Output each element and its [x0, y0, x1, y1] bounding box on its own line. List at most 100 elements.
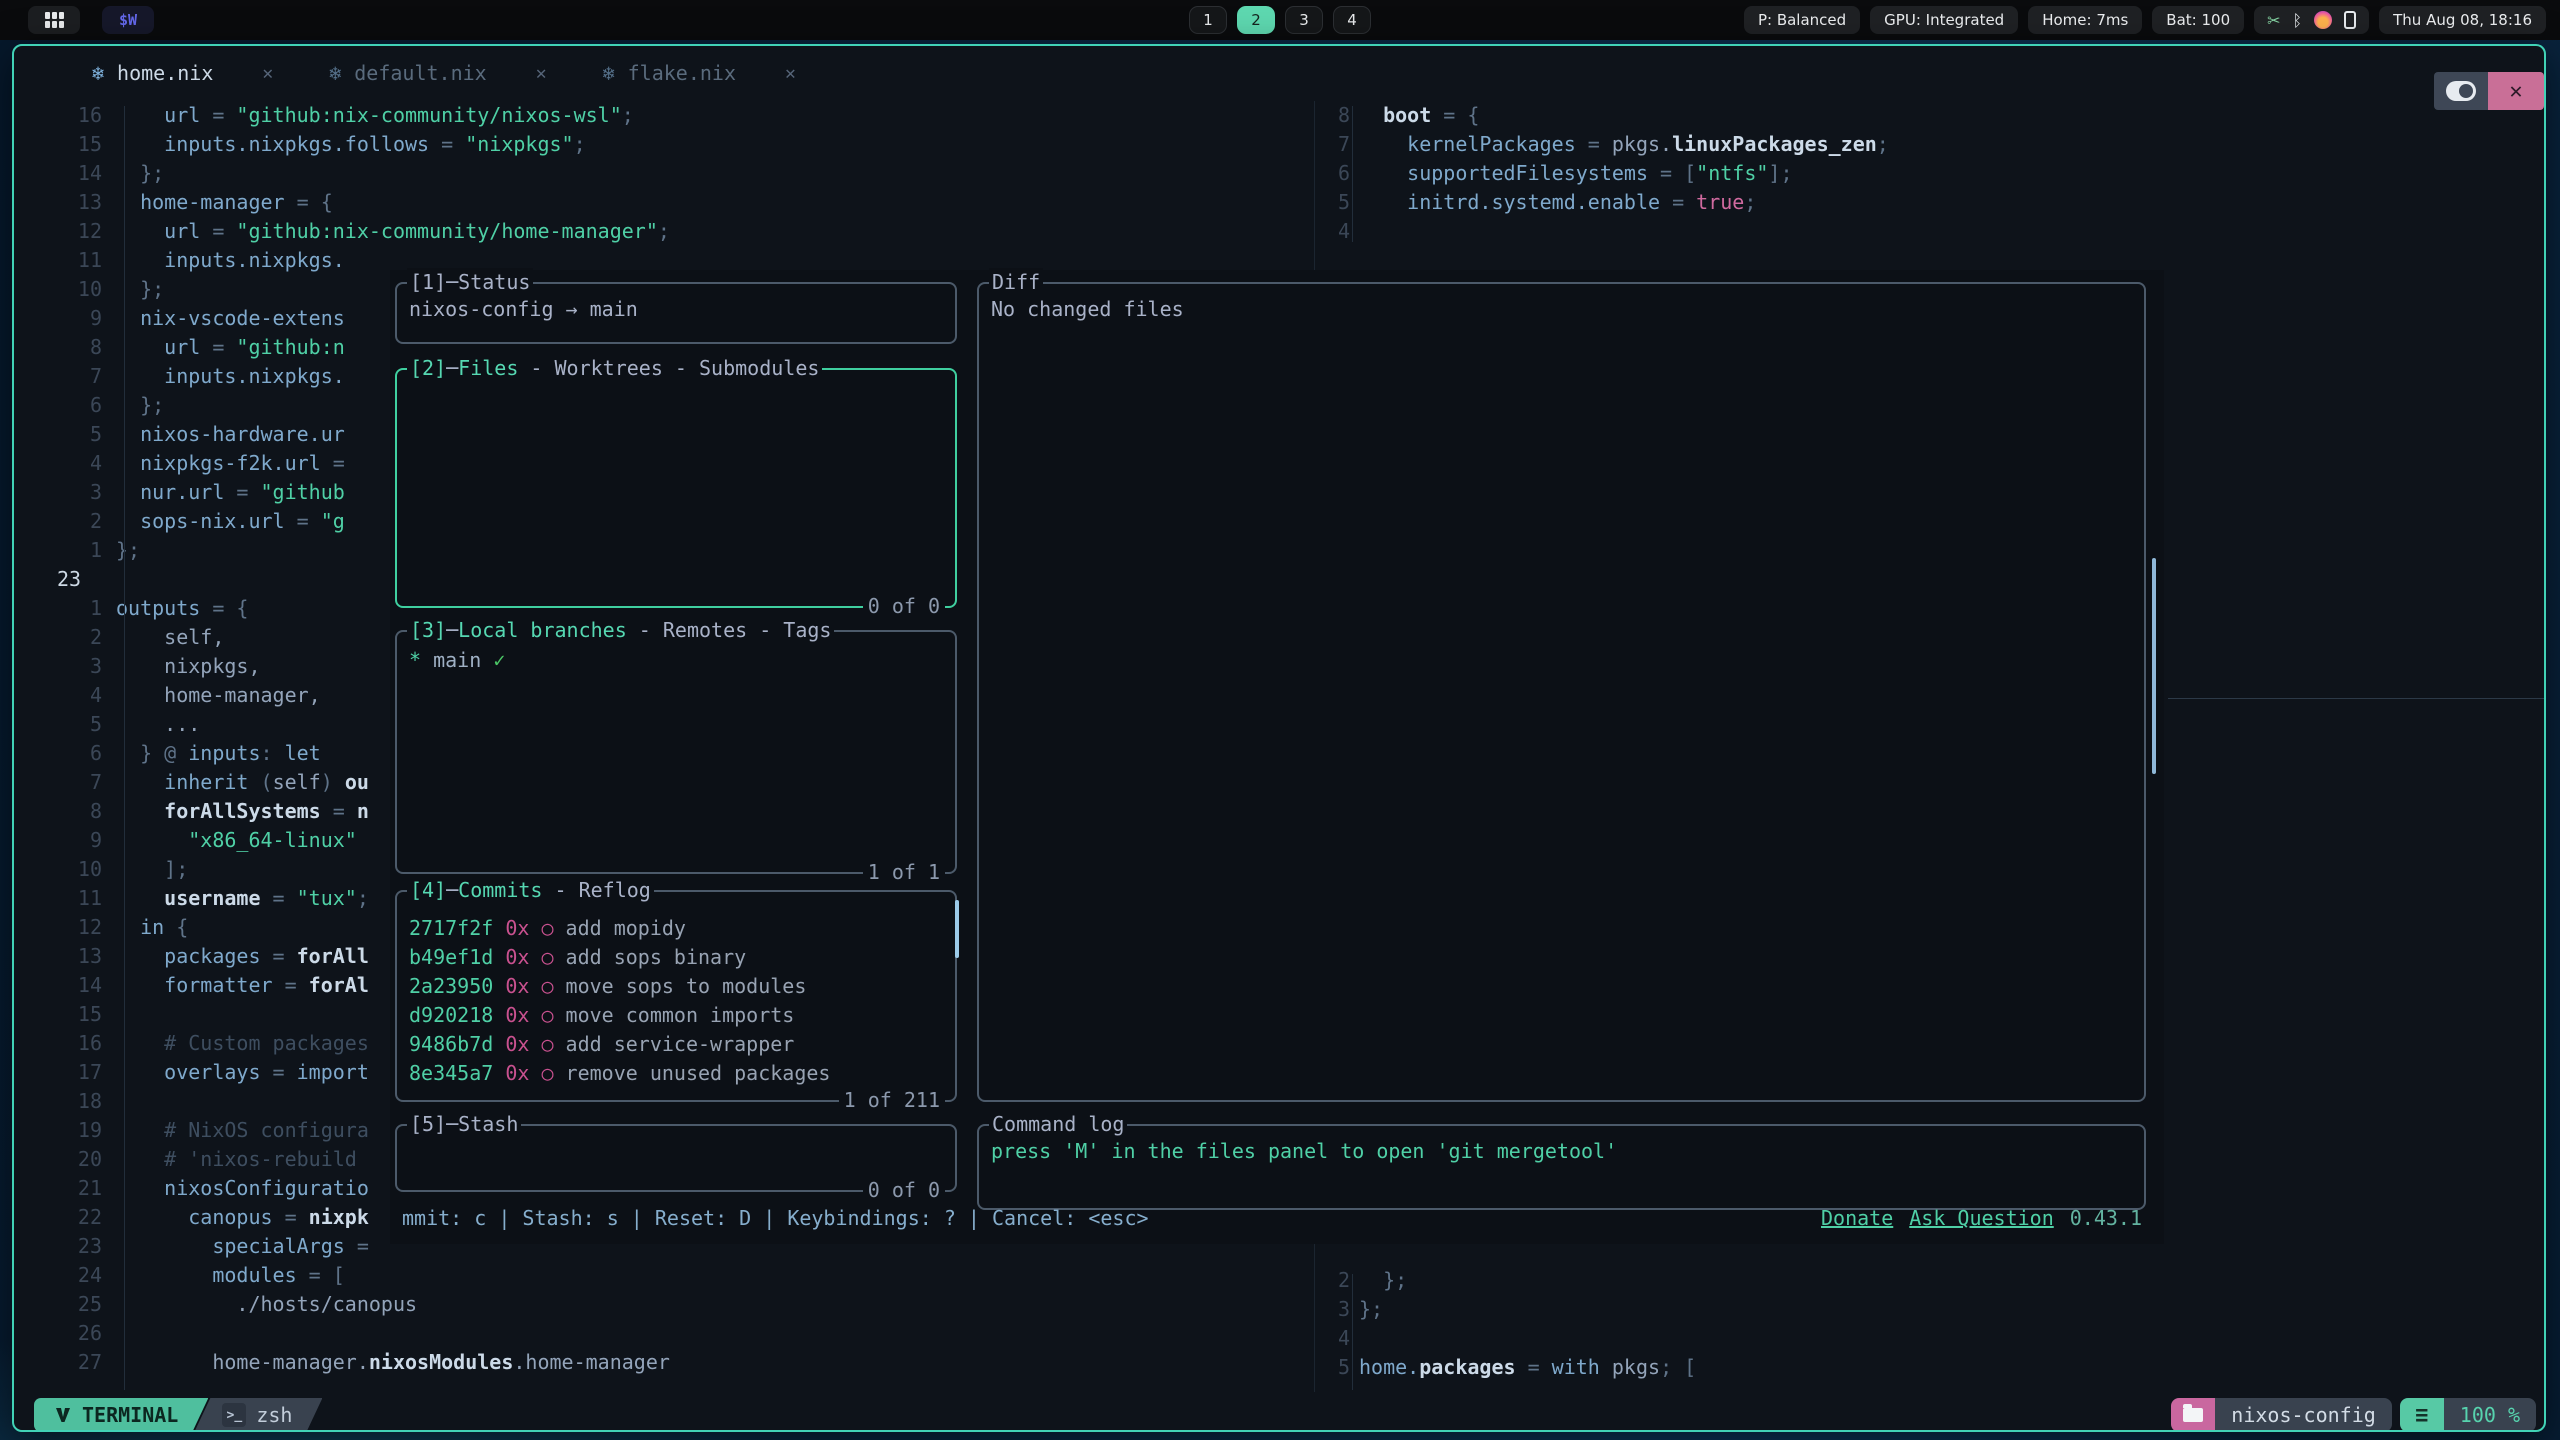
- diff-content: No changed files: [991, 297, 1184, 321]
- line-number: 3: [57, 478, 102, 507]
- shell-segment[interactable]: >_ zsh: [194, 1398, 322, 1432]
- code-line: 13 packages = forAll: [57, 942, 369, 971]
- donate-link[interactable]: Donate: [1821, 1204, 1893, 1233]
- workspace-4[interactable]: 4: [1333, 6, 1371, 34]
- code-line: 22 canopus = nixpk: [57, 1203, 369, 1232]
- line-number: 6: [1324, 159, 1350, 188]
- code-line: 8 boot = {: [1324, 101, 1479, 130]
- line-number: 7: [1324, 130, 1350, 159]
- code-line: 5 initrd.systemd.enable = true;: [1324, 188, 1756, 217]
- code-line: 11 inputs.nixpkgs.: [57, 246, 345, 275]
- code-line: 10 ];: [57, 855, 188, 884]
- tab-close-icon[interactable]: ✕: [536, 63, 547, 84]
- system-tray[interactable]: ✂ ᛒ: [2254, 6, 2369, 34]
- commit-row[interactable]: 2a23950 0x ○ move sops to modules: [409, 972, 945, 1001]
- tab-default.nix[interactable]: ❄default.nix✕: [301, 46, 574, 100]
- branch-row[interactable]: * main ✓: [409, 646, 945, 675]
- commit-row[interactable]: 8e345a7 0x ○ remove unused packages: [409, 1059, 945, 1088]
- mode-segment: TERMINAL: [34, 1398, 208, 1432]
- lazygit-commits-panel[interactable]: [4]─Commits - Reflog 2717f2f 0x ○ add mo…: [395, 890, 957, 1102]
- line-number: 4: [1324, 1324, 1350, 1353]
- bluetooth-icon: ᛒ: [2293, 11, 2303, 30]
- clock: Thu Aug 08, 18:16: [2379, 6, 2546, 34]
- panel-title: [2]─Files - Worktrees - Submodules: [407, 354, 822, 383]
- code-line: 13 home-manager = {: [57, 188, 333, 217]
- split-divider-horizontal[interactable]: [2168, 698, 2546, 699]
- status-pill: P: Balanced: [1744, 6, 1860, 34]
- lazygit-status-panel[interactable]: [1]─Status nixos-config → main: [395, 282, 957, 344]
- lazygit-files-panel[interactable]: [2]─Files - Worktrees - Submodules 0 of …: [395, 368, 957, 608]
- lines-icon: ≡: [2400, 1398, 2444, 1432]
- line-number: 9: [57, 304, 102, 333]
- popup-scrollbar[interactable]: [2152, 558, 2156, 774]
- line-number: 6: [57, 391, 102, 420]
- code-line: 10 };: [57, 275, 164, 304]
- ask-question-link[interactable]: Ask Question: [1909, 1204, 2054, 1233]
- wallet-button[interactable]: $W: [102, 6, 154, 34]
- commits-scrollbar[interactable]: [955, 900, 959, 958]
- line-number: 12: [57, 217, 102, 246]
- editor-pane-default[interactable]: 8 boot = {7 kernelPackages = pkgs.linuxP…: [1324, 101, 2544, 261]
- line-number: 3: [1324, 1295, 1350, 1324]
- lazygit-diff-panel[interactable]: Diff No changed files: [977, 282, 2146, 1102]
- workspace-3[interactable]: 3: [1285, 6, 1323, 34]
- line-number: 5: [1324, 188, 1350, 217]
- editor-tabbar: ❄home.nix✕❄default.nix✕❄flake.nix✕: [14, 46, 2544, 100]
- code-line: 1outputs = {: [57, 594, 248, 623]
- phone-icon: [2344, 11, 2356, 29]
- lazygit-branches-panel[interactable]: [3]─Local branches - Remotes - Tags * ma…: [395, 630, 957, 874]
- lazygit-version: 0.43.1: [2070, 1204, 2142, 1233]
- line-number: 8: [57, 797, 102, 826]
- commit-row[interactable]: 9486b7d 0x ○ add service-wrapper: [409, 1030, 945, 1059]
- commit-tag: 0x: [505, 1003, 541, 1027]
- code-line: 18: [57, 1087, 116, 1116]
- workspace-1[interactable]: 1: [1189, 6, 1227, 34]
- app-grid-button[interactable]: [28, 6, 80, 34]
- line-number: 4: [57, 681, 102, 710]
- commit-hash: b49ef1d: [409, 945, 505, 969]
- commit-row[interactable]: b49ef1d 0x ○ add sops binary: [409, 943, 945, 972]
- close-icon: ✕: [2509, 79, 2522, 104]
- line-number: 5: [57, 710, 102, 739]
- line-number: 4: [57, 449, 102, 478]
- line-number: 3: [57, 652, 102, 681]
- vim-mode-icon: [54, 1406, 72, 1424]
- commit-bullet-icon: ○: [541, 916, 565, 940]
- code-line: 4 nixpkgs-f2k.url =: [57, 449, 345, 478]
- lazygit-command-log-panel[interactable]: Command log press 'M' in the files panel…: [977, 1124, 2146, 1210]
- code-line: 5home.packages = with pkgs; [: [1324, 1353, 1696, 1382]
- tab-label: home.nix: [117, 61, 213, 85]
- line-number: 2: [1324, 1266, 1350, 1295]
- code-line: 20 # 'nixos-rebuild: [57, 1145, 357, 1174]
- line-number: 26: [57, 1319, 102, 1348]
- tab-close-icon[interactable]: ✕: [785, 63, 796, 84]
- commit-bullet-icon: ○: [541, 974, 565, 998]
- topbar-right: P: BalancedGPU: IntegratedHome: 7msBat: …: [1744, 6, 2546, 34]
- code-line: 7 kernelPackages = pkgs.linuxPackages_ze…: [1324, 130, 1889, 159]
- workspace-2[interactable]: 2: [1237, 6, 1275, 34]
- code-line: 16 # Custom packages: [57, 1029, 369, 1058]
- project-segment[interactable]: nixos-config: [2171, 1398, 2392, 1432]
- tab-flake.nix[interactable]: ❄flake.nix✕: [575, 46, 824, 100]
- line-number: 22: [57, 1203, 102, 1232]
- commit-message: remove unused packages: [566, 1061, 831, 1085]
- panel-title: Diff: [989, 268, 1043, 297]
- code-line: 1};: [57, 536, 140, 565]
- commit-message: move sops to modules: [566, 974, 807, 998]
- commit-row[interactable]: 2717f2f 0x ○ add mopidy: [409, 914, 945, 943]
- commit-bullet-icon: ○: [541, 945, 565, 969]
- tab-close-icon[interactable]: ✕: [262, 63, 273, 84]
- commit-row[interactable]: d920218 0x ○ move common imports: [409, 1001, 945, 1030]
- statusline: TERMINAL >_ zsh nixos-config ≡ 100 %: [14, 1398, 2544, 1432]
- tab-home.nix[interactable]: ❄home.nix✕: [64, 46, 301, 100]
- line-number: 20: [57, 1145, 102, 1174]
- terminal-window: ❄home.nix✕❄default.nix✕❄flake.nix✕ ✕ 16 …: [12, 44, 2546, 1432]
- editor-pane-home[interactable]: 2 };3};45home.packages = with pkgs; [: [1324, 1266, 2544, 1406]
- commit-message: add sops binary: [566, 945, 747, 969]
- code-line: 7 inherit (self) ou: [57, 768, 369, 797]
- code-line: 6 } @ inputs: let: [57, 739, 321, 768]
- line-number: 5: [1324, 1353, 1350, 1382]
- commit-bullet-icon: ○: [541, 1061, 565, 1085]
- line-number: 17: [57, 1058, 102, 1087]
- lazygit-stash-panel[interactable]: [5]─Stash 0 of 0: [395, 1124, 957, 1192]
